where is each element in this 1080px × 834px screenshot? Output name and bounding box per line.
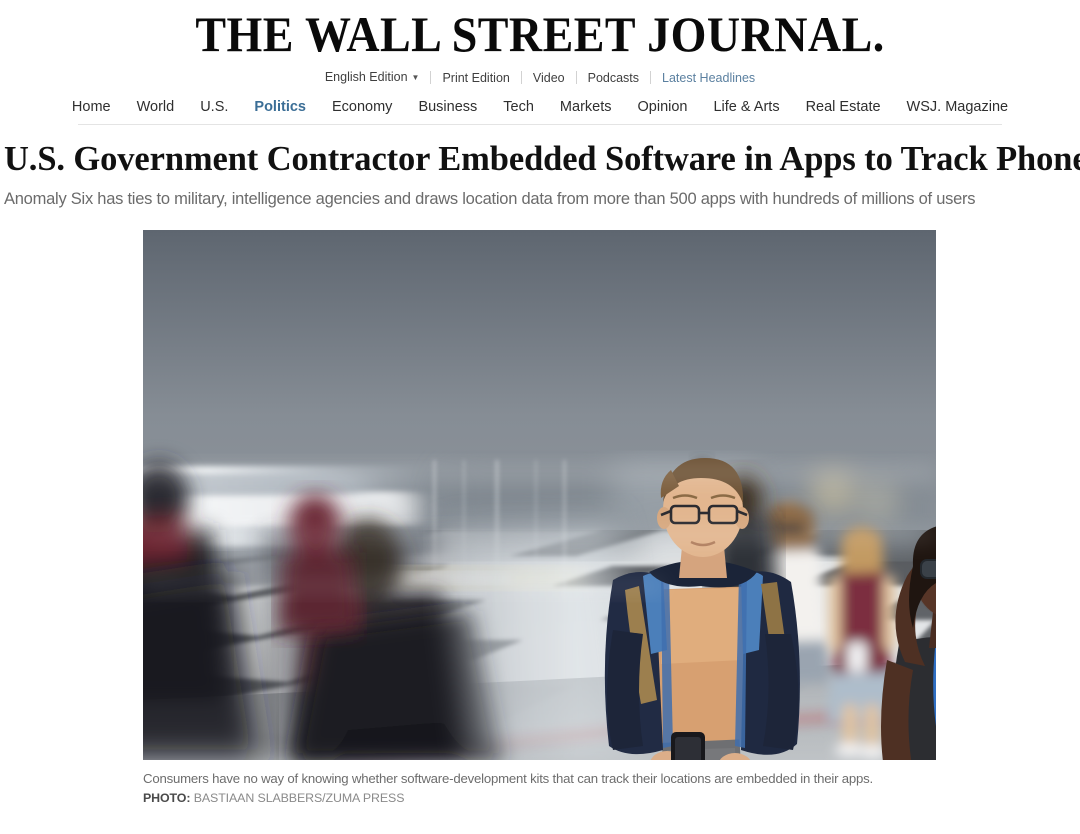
nav-item-real-estate[interactable]: Real Estate xyxy=(806,98,881,116)
photo-credit-label: PHOTO: xyxy=(143,791,191,805)
nav-item-wsj-magazine[interactable]: WSJ. Magazine xyxy=(907,98,1009,116)
utility-nav-item-video[interactable]: Video xyxy=(522,71,576,85)
nav-item-opinion[interactable]: Opinion xyxy=(638,98,688,116)
nav-item-markets[interactable]: Markets xyxy=(560,98,612,116)
nav-item-economy[interactable]: Economy xyxy=(332,98,392,116)
nav-item-life-and-arts[interactable]: Life & Arts xyxy=(713,98,779,116)
nav-item-politics[interactable]: Politics xyxy=(254,98,306,116)
utility-nav-item-latest-headlines[interactable]: Latest Headlines xyxy=(651,71,766,85)
article-page: THE WALL STREET JOURNAL. English Edition… xyxy=(0,0,1080,834)
photo-credit-source: BASTIAAN SLABBERS/ZUMA PRESS xyxy=(193,791,405,805)
article-figure: Consumers have no way of knowing whether… xyxy=(143,230,936,807)
street-scene-photo-illustration xyxy=(143,230,936,760)
nav-item-home[interactable]: Home xyxy=(72,98,111,116)
wsj-logo[interactable]: THE WALL STREET JOURNAL. xyxy=(43,8,1037,61)
article-photo xyxy=(143,230,936,760)
article-deck: Anomaly Six has ties to military, intell… xyxy=(4,189,976,208)
photo-caption: Consumers have no way of knowing whether… xyxy=(143,771,874,786)
utility-nav-item-english-edition[interactable]: English Edition ▼ xyxy=(314,70,431,86)
masthead: THE WALL STREET JOURNAL. xyxy=(0,0,1080,61)
utility-nav-item-podcasts[interactable]: Podcasts xyxy=(577,71,650,85)
chevron-down-icon: ▼ xyxy=(411,72,420,82)
nav-divider xyxy=(78,123,1002,125)
nav-item-world[interactable]: World xyxy=(137,98,175,116)
main-nav: Home World U.S. Politics Economy Busines… xyxy=(0,98,1080,116)
utility-nav-label: English Edition xyxy=(324,69,408,84)
page-title: U.S. Government Contractor Embedded Soft… xyxy=(4,138,1080,178)
photo-credit: PHOTO: BASTIAAN SLABBERS/ZUMA PRESS xyxy=(143,789,936,807)
nav-item-us[interactable]: U.S. xyxy=(200,98,228,116)
sunglasses xyxy=(920,559,936,579)
nav-item-business[interactable]: Business xyxy=(418,98,477,116)
utility-nav: English Edition ▼ Print Edition Video Pod… xyxy=(0,70,1080,86)
utility-nav-item-print-edition[interactable]: Print Edition xyxy=(431,71,520,85)
nav-item-tech[interactable]: Tech xyxy=(503,98,534,116)
